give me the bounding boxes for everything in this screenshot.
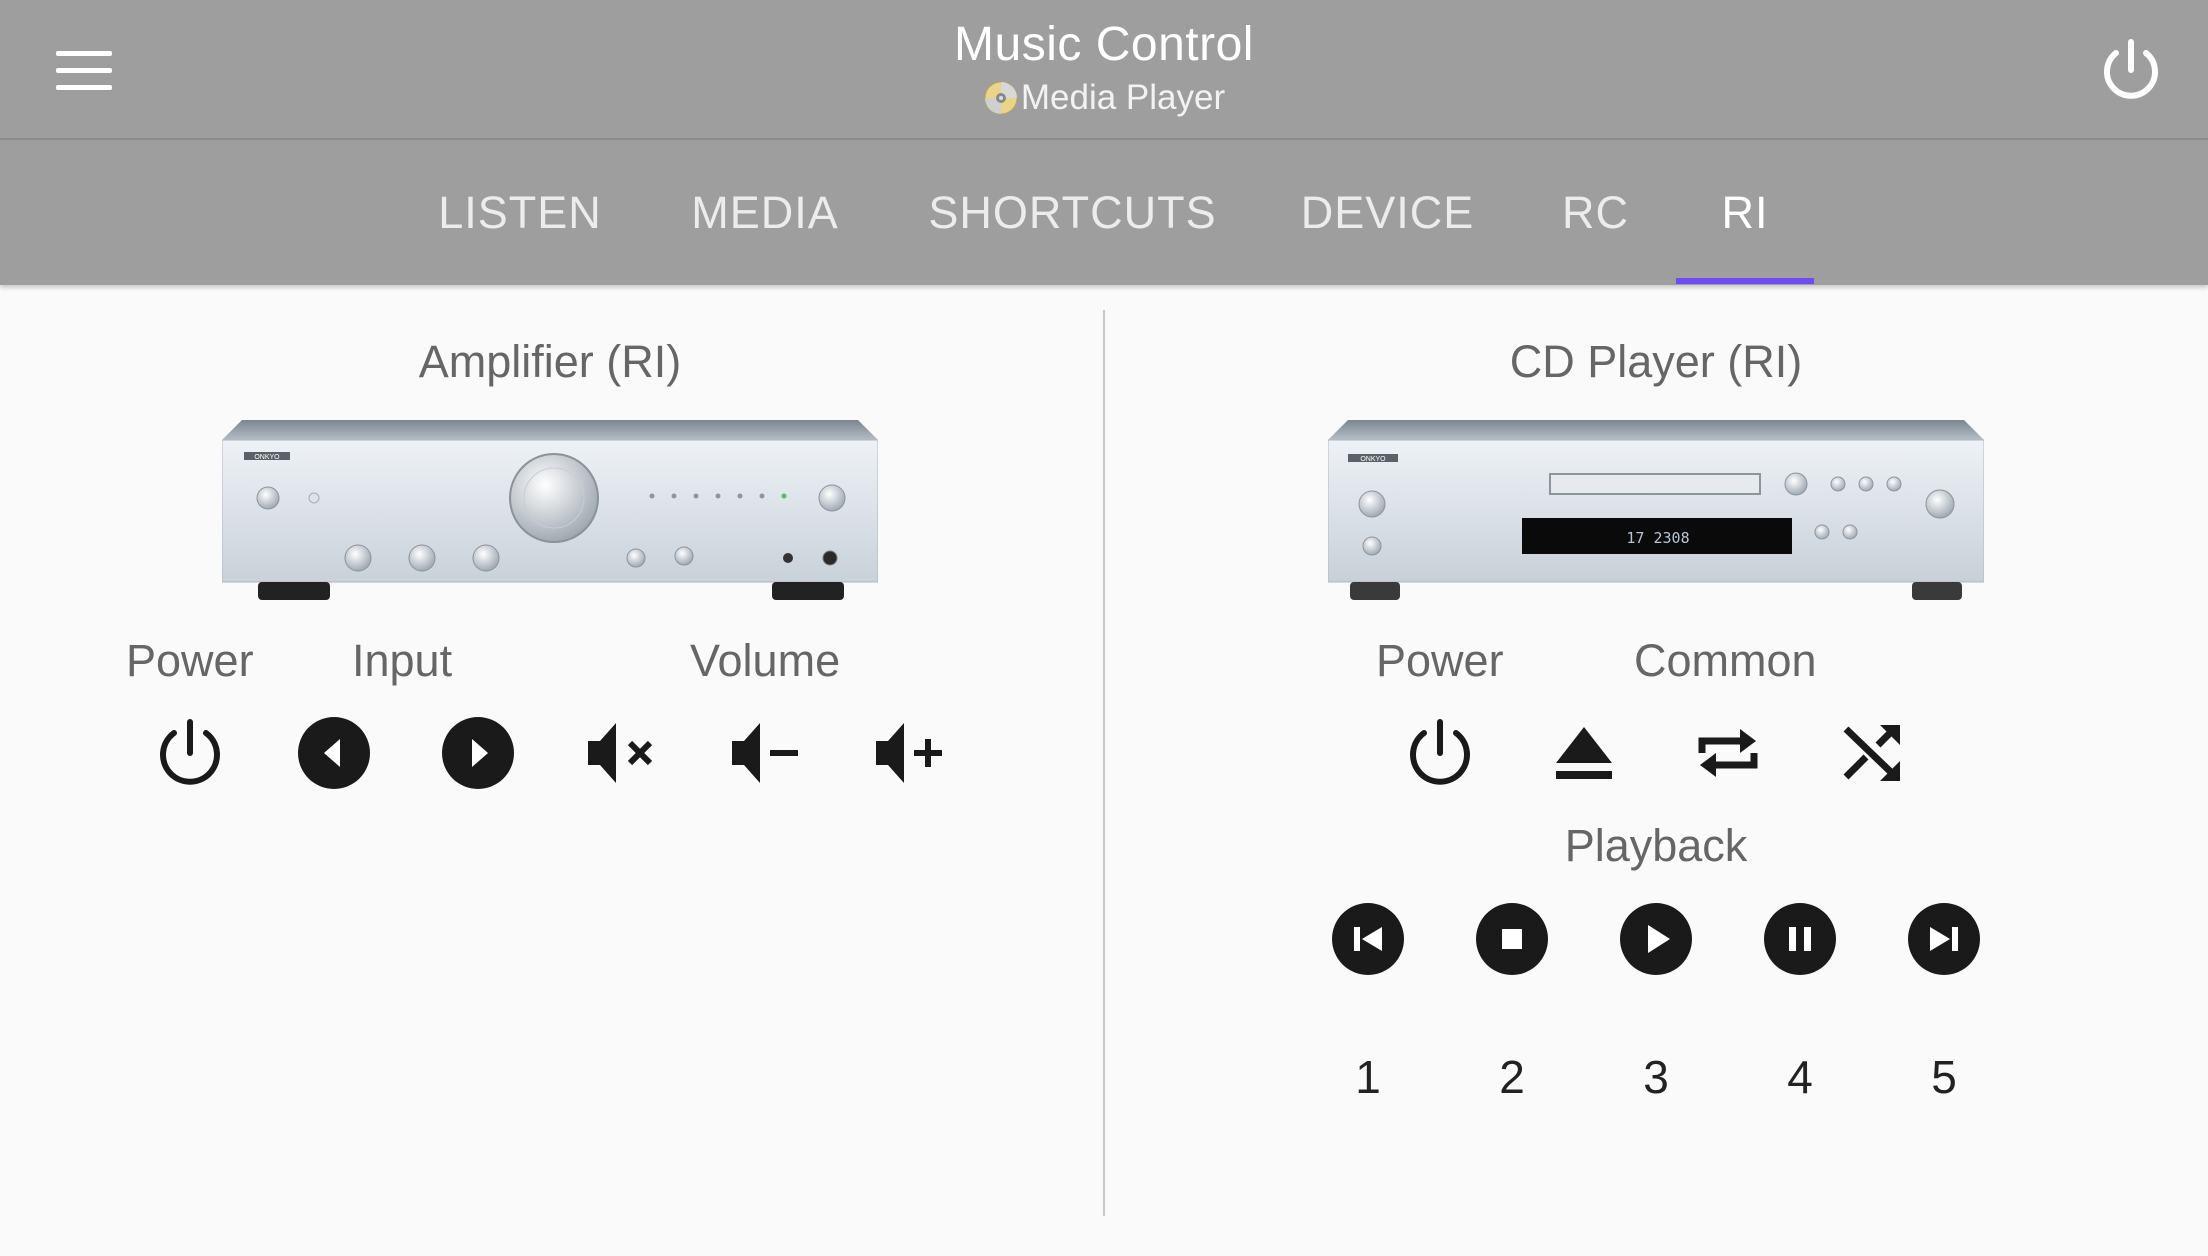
subtitle-row: Media Player [983, 78, 1225, 118]
cd-repeat-button[interactable] [1678, 703, 1778, 803]
play-icon [1620, 903, 1692, 975]
panel-divider [1103, 310, 1105, 1216]
volume-down-icon [732, 723, 798, 783]
app-bar: Music Control Media Player [0, 0, 2208, 140]
eject-icon [1556, 727, 1612, 779]
cd-player-image: ONKYO 17 2308 [1328, 420, 1984, 600]
amplifier-input-label: Input [352, 635, 453, 686]
amplifier-input-previous-button[interactable] [284, 703, 384, 803]
tab-device[interactable]: DEVICE [1290, 140, 1485, 285]
number-key-5[interactable]: 5 [1894, 1042, 1994, 1112]
cd-pause-button[interactable] [1750, 889, 1850, 989]
amplifier-power-button[interactable] [140, 703, 240, 803]
amplifier-volume-down-button[interactable] [716, 703, 816, 803]
svg-text:17 2308: 17 2308 [1626, 529, 1689, 547]
amplifier-image: ONKYO [222, 420, 878, 600]
skip-next-icon [1908, 903, 1980, 975]
hamburger-menu-icon [56, 50, 112, 56]
cd-common-label: Common [1634, 635, 1817, 686]
tab-indicator [1676, 278, 1814, 284]
app-subtitle: Media Player [1020, 77, 1226, 117]
amplifier-power-label: Power [126, 635, 254, 686]
shuffle-icon [1843, 725, 1900, 781]
cd-skip-previous-button[interactable] [1318, 889, 1418, 989]
repeat-icon [1698, 729, 1758, 777]
amplifier-title: Amplifier (RI) [418, 336, 682, 387]
input-previous-icon [298, 717, 370, 789]
tab-listen[interactable]: LISTEN [420, 140, 620, 285]
cd-player-brand: ONKYO [1360, 456, 1386, 463]
mute-icon [588, 723, 653, 783]
amplifier-input-next-button[interactable] [428, 703, 528, 803]
scroll-clip [1105, 1195, 2208, 1242]
app-title: Music Control [954, 17, 1254, 71]
amplifier-mute-button[interactable] [572, 703, 672, 803]
pause-icon [1764, 903, 1836, 975]
input-next-icon [442, 717, 514, 789]
amplifier-volume-label: Volume [690, 635, 841, 686]
cd-stop-button[interactable] [1462, 889, 1562, 989]
power-icon [1410, 719, 1470, 785]
number-key-4[interactable]: 4 [1750, 1042, 1850, 1112]
power-icon [160, 719, 220, 785]
cd-shuffle-button[interactable] [1822, 703, 1922, 803]
menu-button[interactable] [44, 40, 124, 100]
stop-icon [1476, 903, 1548, 975]
tab-bar: LISTEN MEDIA SHORTCUTS DEVICE RC RI [0, 140, 2208, 285]
amplifier-brand: ONKYO [254, 454, 280, 461]
tab-shortcuts[interactable]: SHORTCUTS [920, 140, 1225, 285]
cd-power-button[interactable] [1390, 703, 1490, 803]
power-icon [2104, 39, 2158, 99]
tab-rc[interactable]: RC [1548, 140, 1643, 285]
disc-icon [984, 81, 1018, 114]
skip-previous-icon [1332, 903, 1404, 975]
cd-player-title: CD Player (RI) [1509, 336, 1803, 387]
app-titles: Music Control Media Player [0, 0, 2208, 140]
cd-playback-label: Playback [1564, 820, 1748, 871]
global-power-button[interactable] [2090, 30, 2172, 112]
tab-media[interactable]: MEDIA [670, 140, 860, 285]
number-key-1[interactable]: 1 [1318, 1042, 1418, 1112]
amplifier-volume-up-button[interactable] [860, 703, 960, 803]
number-key-2[interactable]: 2 [1462, 1042, 1562, 1112]
cd-play-button[interactable] [1606, 889, 1706, 989]
cd-skip-next-button[interactable] [1894, 889, 1994, 989]
tab-ri[interactable]: RI [1676, 140, 1814, 285]
cd-power-label: Power [1376, 635, 1504, 686]
cd-eject-button[interactable] [1534, 703, 1634, 803]
volume-up-icon [876, 723, 942, 783]
number-key-3[interactable]: 3 [1606, 1042, 1706, 1112]
